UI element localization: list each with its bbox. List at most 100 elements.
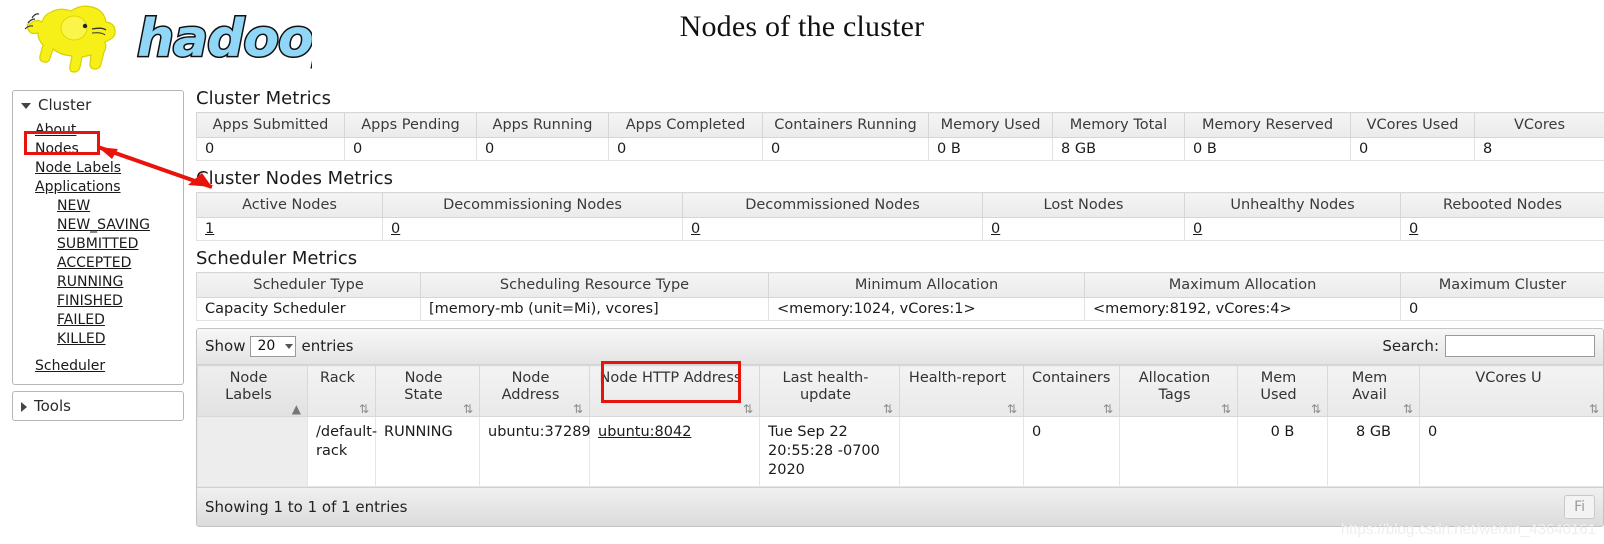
sort-both-icon: ⇅ bbox=[1102, 402, 1113, 416]
search-input[interactable] bbox=[1445, 335, 1595, 357]
sidebar-tools-header[interactable]: Tools bbox=[13, 392, 183, 420]
th-node-state[interactable]: Node State ⇅ bbox=[375, 365, 480, 417]
scheduler-metrics-title: Scheduler Metrics bbox=[196, 248, 358, 269]
col-apps-submitted: Apps Submitted bbox=[196, 112, 345, 138]
show-label: Show bbox=[205, 337, 246, 355]
cluster-nodes-metrics-value-row: 1 0 0 0 0 0 bbox=[196, 217, 1604, 241]
val-memory-total: 8 GB bbox=[1052, 137, 1185, 161]
nodes-table: Node Labels ▲ Rack ⇅ Node State ⇅ Node A… bbox=[197, 365, 1603, 487]
col-maximum-allocation: Maximum Allocation bbox=[1084, 272, 1401, 298]
page-length-select[interactable]: 20 bbox=[250, 335, 297, 357]
val-apps-running: 0 bbox=[476, 137, 609, 161]
chevron-down-icon bbox=[285, 343, 294, 349]
th-node-http-address[interactable]: Node HTTP Address ⇅ bbox=[589, 365, 760, 417]
th-containers-label: Containers bbox=[1032, 370, 1111, 386]
val-scheduler-type: Capacity Scheduler bbox=[196, 297, 421, 321]
th-vcores-used[interactable]: VCores U ⇅ bbox=[1419, 365, 1603, 417]
th-mem-avail[interactable]: Mem Avail ⇅ bbox=[1327, 365, 1420, 417]
col-decommissioning-nodes: Decommissioning Nodes bbox=[382, 192, 683, 218]
col-apps-completed: Apps Completed bbox=[608, 112, 763, 138]
th-node-labels[interactable]: Node Labels ▲ bbox=[197, 365, 308, 417]
cell-mem-avail: 8 GB bbox=[1327, 416, 1420, 487]
th-rack-label: Rack bbox=[319, 370, 355, 386]
sidebar-item-failed[interactable]: FAILED bbox=[13, 311, 183, 330]
col-active-nodes: Active Nodes bbox=[196, 192, 383, 218]
link-active-nodes[interactable]: 1 bbox=[205, 221, 214, 237]
col-vcores-used: VCores Used bbox=[1350, 112, 1475, 138]
cluster-nodes-metrics-table: Active Nodes Decommissioning Nodes Decom… bbox=[196, 192, 1604, 241]
cluster-metrics-header-row: Apps Submitted Apps Pending Apps Running… bbox=[196, 112, 1604, 138]
sort-both-icon: ⇅ bbox=[1310, 402, 1321, 416]
page-title: Nodes of the cluster bbox=[679, 10, 925, 43]
datatable-toolbar: Show 20 entries Search: bbox=[197, 329, 1603, 365]
th-containers[interactable]: Containers ⇅ bbox=[1023, 365, 1120, 417]
th-health-report[interactable]: Health-report ⇅ bbox=[899, 365, 1024, 417]
page-header: hadoop Nodes of the cluster bbox=[0, 0, 1604, 86]
cluster-metrics-table: Apps Submitted Apps Pending Apps Running… bbox=[196, 112, 1604, 161]
col-scheduler-type: Scheduler Type bbox=[196, 272, 421, 298]
scheduler-metrics-value-row: Capacity Scheduler [memory-mb (unit=Mi),… bbox=[196, 297, 1604, 321]
val-maximum-cluster: 0 bbox=[1400, 297, 1604, 321]
sort-both-icon: ⇅ bbox=[572, 402, 583, 416]
entries-label: entries bbox=[301, 337, 354, 355]
datatable-length-control: Show 20 entries bbox=[205, 335, 354, 357]
sort-both-icon: ⇅ bbox=[742, 402, 753, 416]
val-decommissioning-nodes-cell: 0 bbox=[382, 217, 683, 241]
cluster-nodes-metrics-title: Cluster Nodes Metrics bbox=[196, 168, 394, 189]
link-decommissioned-nodes[interactable]: 0 bbox=[691, 221, 700, 237]
sort-both-icon: ⇅ bbox=[1220, 402, 1231, 416]
col-memory-total: Memory Total bbox=[1052, 112, 1185, 138]
sidebar-item-accepted[interactable]: ACCEPTED bbox=[13, 254, 183, 273]
pagination-first-button[interactable]: Fi bbox=[1564, 495, 1595, 519]
val-memory-used: 0 B bbox=[928, 137, 1053, 161]
sidebar-item-running[interactable]: RUNNING bbox=[13, 273, 183, 292]
cluster-nodes-metrics-header-row: Active Nodes Decommissioning Nodes Decom… bbox=[196, 192, 1604, 218]
sidebar-item-new-saving[interactable]: NEW_SAVING bbox=[13, 216, 183, 235]
sidebar-item-finished[interactable]: FINISHED bbox=[13, 292, 183, 311]
sidebar-item-new[interactable]: NEW bbox=[13, 197, 183, 216]
link-lost-nodes[interactable]: 0 bbox=[991, 221, 1000, 237]
val-unhealthy-nodes-cell: 0 bbox=[1184, 217, 1401, 241]
val-vcores-total: 8 bbox=[1474, 137, 1604, 161]
th-mem-used[interactable]: Mem Used ⇅ bbox=[1237, 365, 1328, 417]
cell-node-state: RUNNING bbox=[375, 416, 480, 487]
th-node-state-label: Node State bbox=[404, 370, 443, 403]
main-content: Cluster Metrics Apps Submitted Apps Pend… bbox=[196, 88, 1604, 527]
cell-node-labels bbox=[197, 416, 308, 487]
sort-both-icon: ⇅ bbox=[358, 402, 369, 416]
th-mem-avail-label: Mem Avail bbox=[1351, 370, 1388, 403]
th-health-report-label: Health-report bbox=[908, 370, 1007, 386]
th-last-health-update[interactable]: Last health-update ⇅ bbox=[759, 365, 900, 417]
col-scheduling-resource-type: Scheduling Resource Type bbox=[420, 272, 769, 298]
th-vcores-used-label: VCores U bbox=[1475, 370, 1542, 386]
cell-mem-used: 0 B bbox=[1237, 416, 1328, 487]
val-apps-pending: 0 bbox=[344, 137, 477, 161]
val-maximum-allocation: <memory:8192, vCores:4> bbox=[1084, 297, 1401, 321]
sort-both-icon: ⇅ bbox=[1402, 402, 1413, 416]
sort-both-icon: ⇅ bbox=[1588, 402, 1599, 416]
col-apps-running: Apps Running bbox=[476, 112, 609, 138]
link-node-http-address[interactable]: ubuntu:8042 bbox=[598, 424, 691, 440]
th-node-address[interactable]: Node Address ⇅ bbox=[479, 365, 590, 417]
link-decommissioning-nodes[interactable]: 0 bbox=[391, 221, 400, 237]
col-containers-running: Containers Running bbox=[762, 112, 929, 138]
sidebar-item-submitted[interactable]: SUBMITTED bbox=[13, 235, 183, 254]
cell-rack: /default-rack bbox=[307, 416, 377, 487]
col-minimum-allocation: Minimum Allocation bbox=[768, 272, 1085, 298]
th-node-http-address-label: Node HTTP Address bbox=[599, 370, 742, 386]
th-rack[interactable]: Rack ⇅ bbox=[307, 365, 376, 417]
scheduler-metrics-header-row: Scheduler Type Scheduling Resource Type … bbox=[196, 272, 1604, 298]
link-rebooted-nodes[interactable]: 0 bbox=[1409, 221, 1418, 237]
sidebar-item-scheduler[interactable]: Scheduler bbox=[13, 357, 183, 376]
th-last-health-update-label: Last health-update bbox=[782, 370, 869, 403]
link-unhealthy-nodes[interactable]: 0 bbox=[1193, 221, 1202, 237]
sidebar-panel-tools: Tools bbox=[12, 391, 184, 421]
datatable-info: Showing 1 to 1 of 1 entries bbox=[205, 498, 408, 516]
cell-health-report bbox=[899, 416, 1024, 487]
table-row[interactable]: /default-rack RUNNING ubuntu:37289 ubunt… bbox=[197, 416, 1603, 487]
th-allocation-tags[interactable]: Allocation Tags ⇅ bbox=[1119, 365, 1238, 417]
cluster-metrics-title: Cluster Metrics bbox=[196, 88, 331, 109]
sidebar-cluster-header[interactable]: Cluster bbox=[13, 91, 183, 119]
sidebar-item-killed[interactable]: KILLED bbox=[13, 330, 183, 349]
